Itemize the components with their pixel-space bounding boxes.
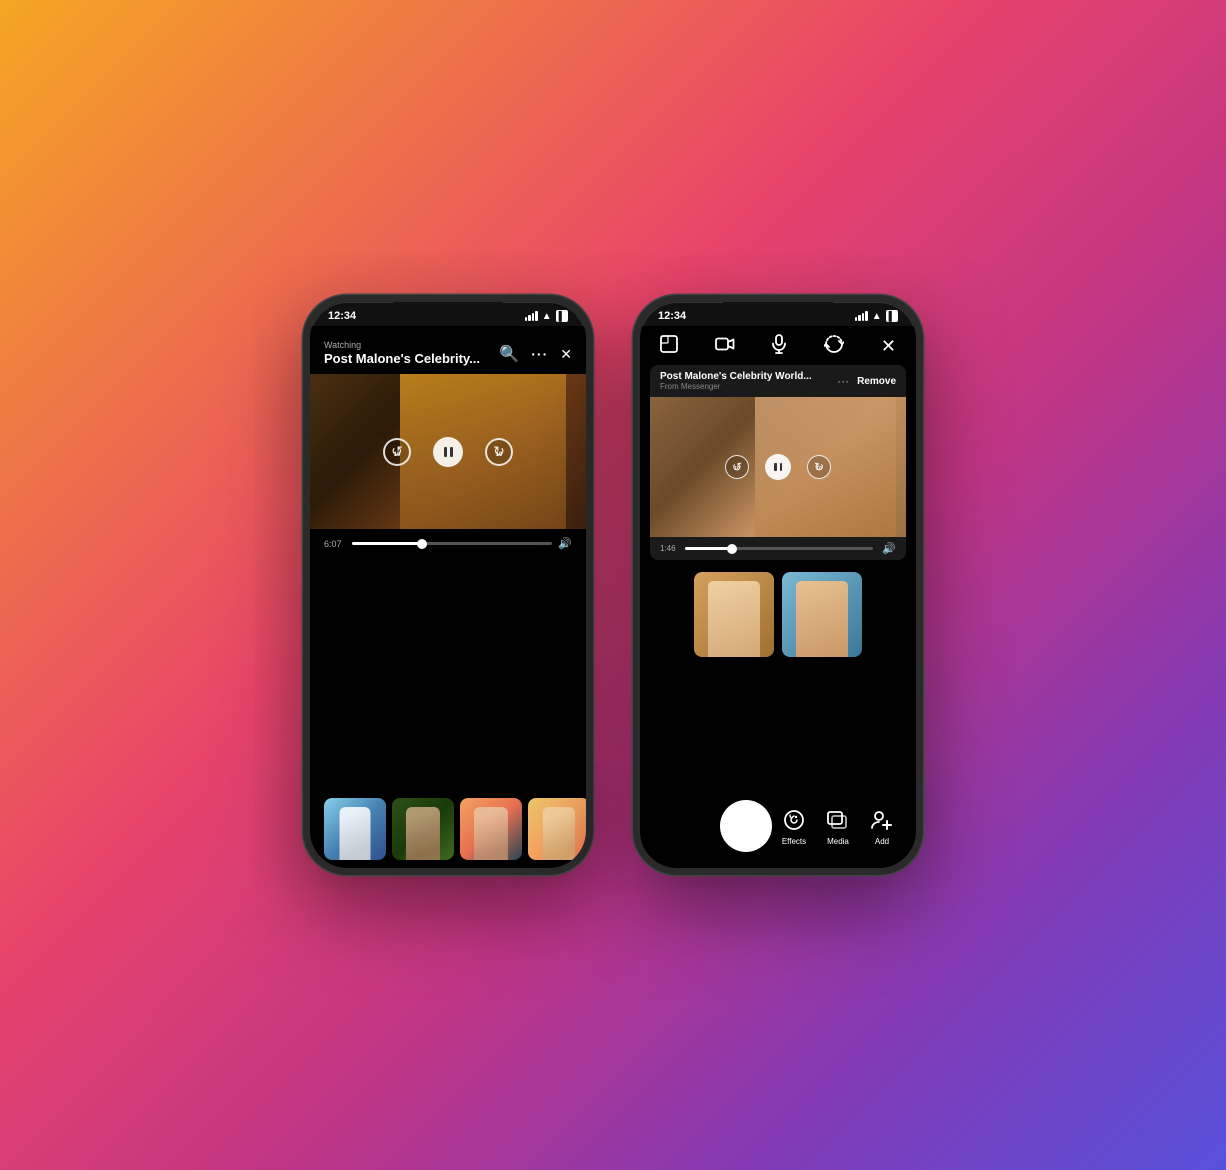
forward-10-button[interactable]: ↻ 10 [485, 438, 513, 466]
add-action[interactable]: Add [868, 806, 896, 846]
microphone-icon[interactable] [772, 334, 786, 359]
r-status-icons: ▲ ▌ [855, 310, 898, 322]
shared-progress-fill [685, 547, 732, 550]
right-participant-avatar-1 [708, 581, 760, 658]
capture-button[interactable] [720, 800, 772, 852]
shared-video-player[interactable]: ↺ 10 ↻ 10 [650, 397, 906, 537]
flip-camera-icon[interactable] [824, 335, 844, 358]
shared-video-controls: ↺ 10 ↻ 10 [725, 454, 831, 480]
shared-video-info: Post Malone's Celebrity World... From Me… [660, 371, 837, 391]
right-participants-row [640, 560, 916, 669]
right-participant-thumb-1[interactable] [694, 572, 774, 657]
side-button-power [591, 412, 593, 467]
participant-thumb-1[interactable] [324, 798, 386, 860]
shared-forward-button[interactable]: ↻ 10 [807, 455, 831, 479]
participant-avatar-1 [340, 807, 371, 860]
shared-rewind-button[interactable]: ↺ 10 [725, 455, 749, 479]
close-icon[interactable]: ✕ [560, 346, 572, 363]
video-camera-icon[interactable] [715, 337, 735, 356]
shared-progress-thumb[interactable] [727, 544, 737, 554]
r-battery-icon: ▌ [886, 310, 898, 322]
search-icon[interactable]: 🔍 [499, 344, 519, 364]
notch [393, 302, 503, 324]
media-icon [824, 806, 852, 834]
shared-video-time: 1:46 [660, 544, 676, 553]
remove-video-button[interactable]: Remove [857, 376, 896, 387]
status-icons: ▲ ▌ [525, 310, 568, 322]
participant-avatar-2 [406, 807, 440, 860]
participant-thumb-2[interactable] [392, 798, 454, 860]
bottom-controls: Effects Media [640, 788, 916, 868]
add-person-icon [868, 806, 896, 834]
participant-avatar-3 [474, 807, 508, 860]
right-participant-thumb-2[interactable] [782, 572, 862, 657]
shared-video-more-icon[interactable]: ··· [837, 374, 849, 388]
rewind-10-button[interactable]: ↺ 10 [383, 438, 411, 466]
participant-avatar-4 [543, 807, 575, 860]
video-time: 6:07 [324, 539, 346, 549]
participant-thumb-4[interactable] [528, 798, 586, 860]
video-controls: ↺ 10 ↻ 10 [383, 437, 513, 467]
r-wifi-icon: ▲ [872, 311, 882, 322]
shared-progress-track[interactable] [685, 547, 874, 550]
side-button-silent [303, 382, 305, 407]
wifi-icon: ▲ [542, 311, 552, 322]
camera-toolbar: ✕ [640, 326, 916, 365]
shared-pause-button[interactable] [765, 454, 791, 480]
shared-video-card: Post Malone's Celebrity World... From Me… [650, 365, 906, 560]
progress-fill [352, 542, 422, 545]
watch-info: Watching Post Malone's Celebrity... [324, 340, 480, 366]
shared-volume-icon[interactable]: 🔊 [882, 542, 896, 555]
r-side-button-silent [633, 382, 635, 407]
participant-thumb-3[interactable] [460, 798, 522, 860]
shared-video-source: From Messenger [660, 382, 837, 391]
battery-icon: ▌ [556, 310, 568, 322]
right-phone: 12:34 ▲ ▌ [633, 295, 923, 875]
participants-row [310, 790, 586, 868]
r-status-time: 12:34 [658, 310, 686, 322]
progress-area: 6:07 🔊 [310, 529, 586, 558]
close-icon[interactable]: ✕ [881, 336, 896, 357]
r-side-button-power [921, 412, 923, 467]
watch-title: Post Malone's Celebrity... [324, 351, 480, 366]
progress-thumb[interactable] [417, 539, 427, 549]
effects-label: Effects [782, 837, 806, 846]
shared-video-header: Post Malone's Celebrity World... From Me… [650, 365, 906, 397]
volume-icon[interactable]: 🔊 [558, 537, 572, 550]
more-icon[interactable]: ··· [531, 346, 548, 362]
shared-video-actions: ··· Remove [837, 374, 896, 388]
right-participant-avatar-2 [796, 581, 848, 658]
gallery-icon[interactable] [660, 335, 678, 358]
side-button-volume-up [303, 414, 305, 454]
bottom-actions: Effects Media [780, 806, 896, 846]
watch-header: Watching Post Malone's Celebrity... 🔍 ··… [310, 326, 586, 374]
r-notch [723, 302, 833, 324]
shared-progress-area: 1:46 🔊 [650, 537, 906, 560]
right-phone-content: ✕ Post Malone's Celebrity World... From … [640, 326, 916, 868]
pause-button[interactable] [433, 437, 463, 467]
video-player[interactable]: ↺ 10 ↻ 10 [310, 374, 586, 529]
progress-track[interactable] [352, 542, 552, 545]
left-phone-content: Watching Post Malone's Celebrity... 🔍 ··… [310, 326, 586, 868]
media-action[interactable]: Media [824, 806, 852, 846]
effects-icon [780, 806, 808, 834]
effects-action[interactable]: Effects [780, 806, 808, 846]
shared-video-title: Post Malone's Celebrity World... [660, 371, 837, 382]
r-signal-icon [855, 311, 868, 321]
signal-icon [525, 311, 538, 321]
left-phone: 12:34 ▲ ▌ Watching Post Malone's Celebri… [303, 295, 593, 875]
watch-label: Watching [324, 340, 480, 350]
side-button-volume-down [303, 460, 305, 500]
status-time: 12:34 [328, 310, 356, 322]
media-label: Media [827, 837, 849, 846]
r-side-button-volume-down [633, 460, 635, 500]
watch-actions: 🔍 ··· ✕ [499, 344, 572, 366]
add-label: Add [875, 837, 889, 846]
r-side-button-volume-up [633, 414, 635, 454]
